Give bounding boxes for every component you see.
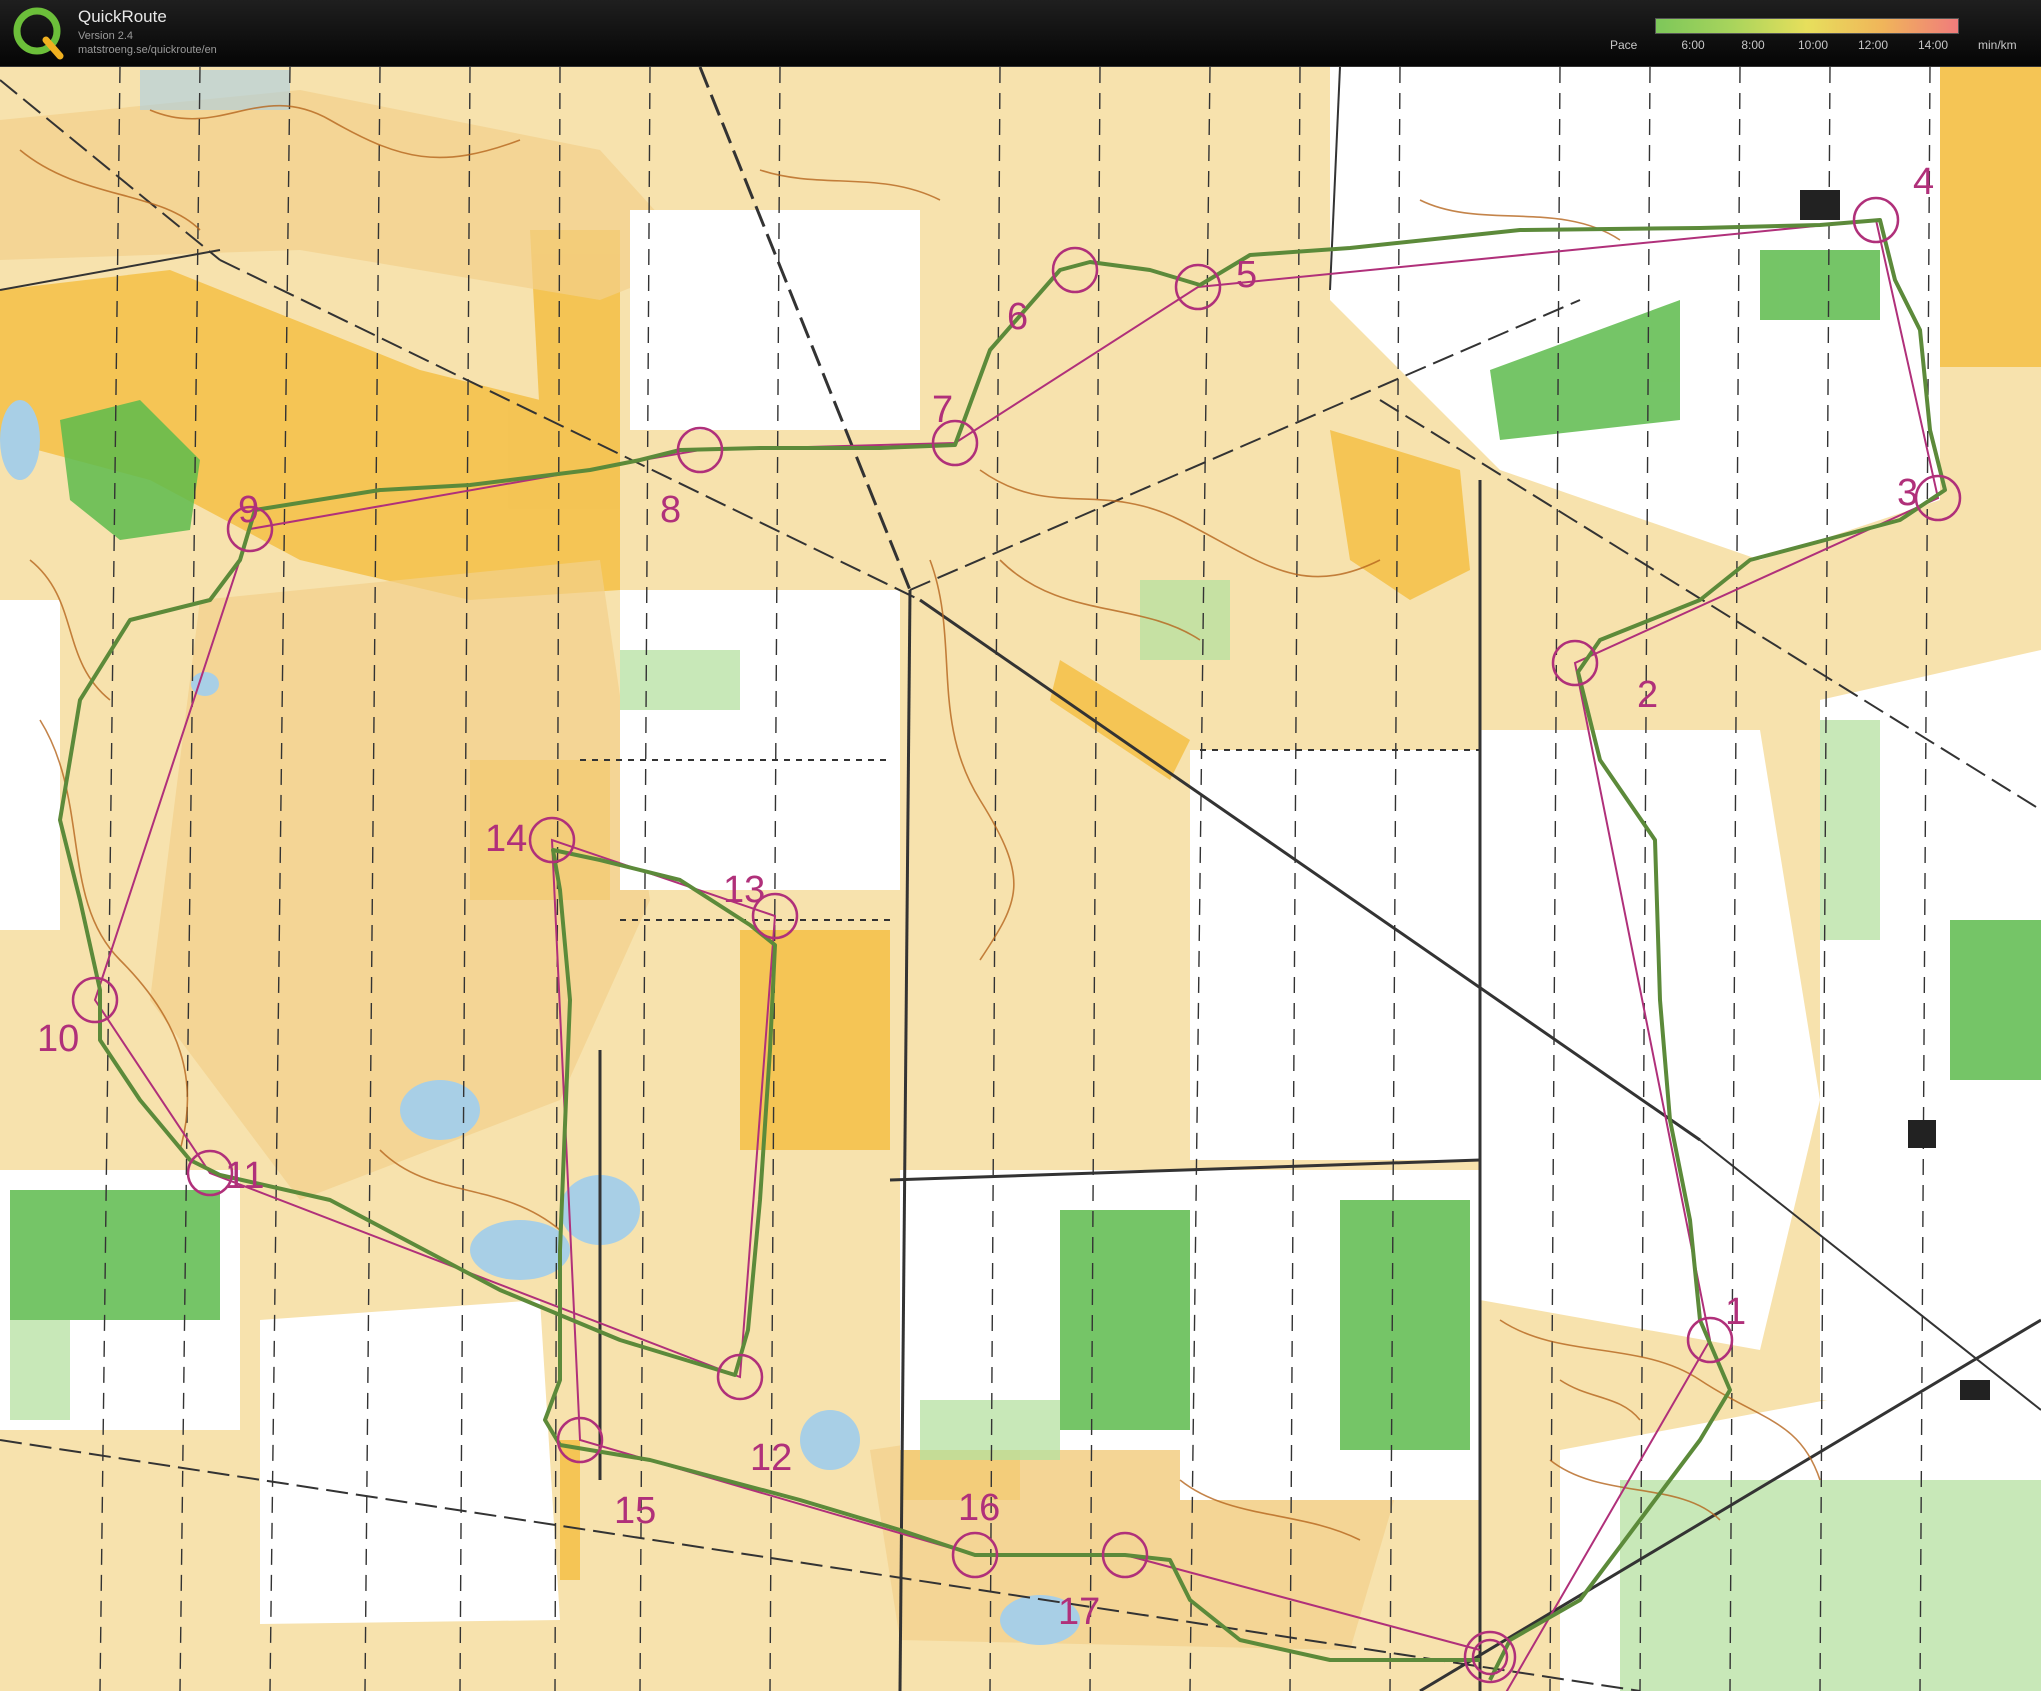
- control-number-11: 11: [225, 1155, 264, 1197]
- control-number-4: 4: [1913, 161, 1934, 203]
- control-number-17: 17: [1058, 1591, 1100, 1633]
- map-canvas[interactable]: 123456789101112131415 1617: [0, 67, 2041, 1691]
- control-number-3: 3: [1897, 472, 1918, 514]
- app-title: QuickRoute: [78, 7, 167, 26]
- control-number-5: 5: [1236, 254, 1257, 296]
- app-header: QuickRoute Version 2.4 matstroeng.se/qui…: [0, 0, 2041, 67]
- pace-tick: 6:00: [1681, 38, 1705, 52]
- control-number-6: 6: [1007, 296, 1028, 338]
- pace-tick: 14:00: [1917, 38, 1949, 52]
- quickroute-logo-icon: [13, 7, 64, 60]
- control-number-1: 1: [1725, 1291, 1746, 1333]
- app-version: Version 2.4: [78, 30, 134, 42]
- control-number-15: 15: [614, 1490, 656, 1532]
- control-number-10: 10: [37, 1018, 79, 1060]
- control-number-12: 12: [750, 1437, 792, 1479]
- pace-gradient-bar: [1655, 18, 1959, 34]
- control-number-7: 7: [932, 389, 953, 431]
- pace-tick: 12:00: [1857, 38, 1889, 52]
- orienteering-map[interactable]: 1 2 3 4 5 6 7 8 9 10 11 12 13 14 15 16 17: [0, 67, 2041, 1691]
- pace-unit: min/km: [1978, 38, 2017, 52]
- app-url: matstroeng.se/quickroute/en: [78, 44, 217, 56]
- control-number-14: 14: [485, 818, 527, 860]
- control-number-13: 13: [723, 869, 765, 911]
- control-number-9: 9: [238, 489, 259, 531]
- control-number-16: 16: [958, 1487, 1000, 1529]
- control-number-8: 8: [660, 489, 681, 531]
- pace-legend-label: Pace: [1610, 38, 1638, 52]
- pace-tick: 8:00: [1741, 38, 1765, 52]
- control-number-2: 2: [1637, 674, 1658, 716]
- pace-tick: 10:00: [1797, 38, 1829, 52]
